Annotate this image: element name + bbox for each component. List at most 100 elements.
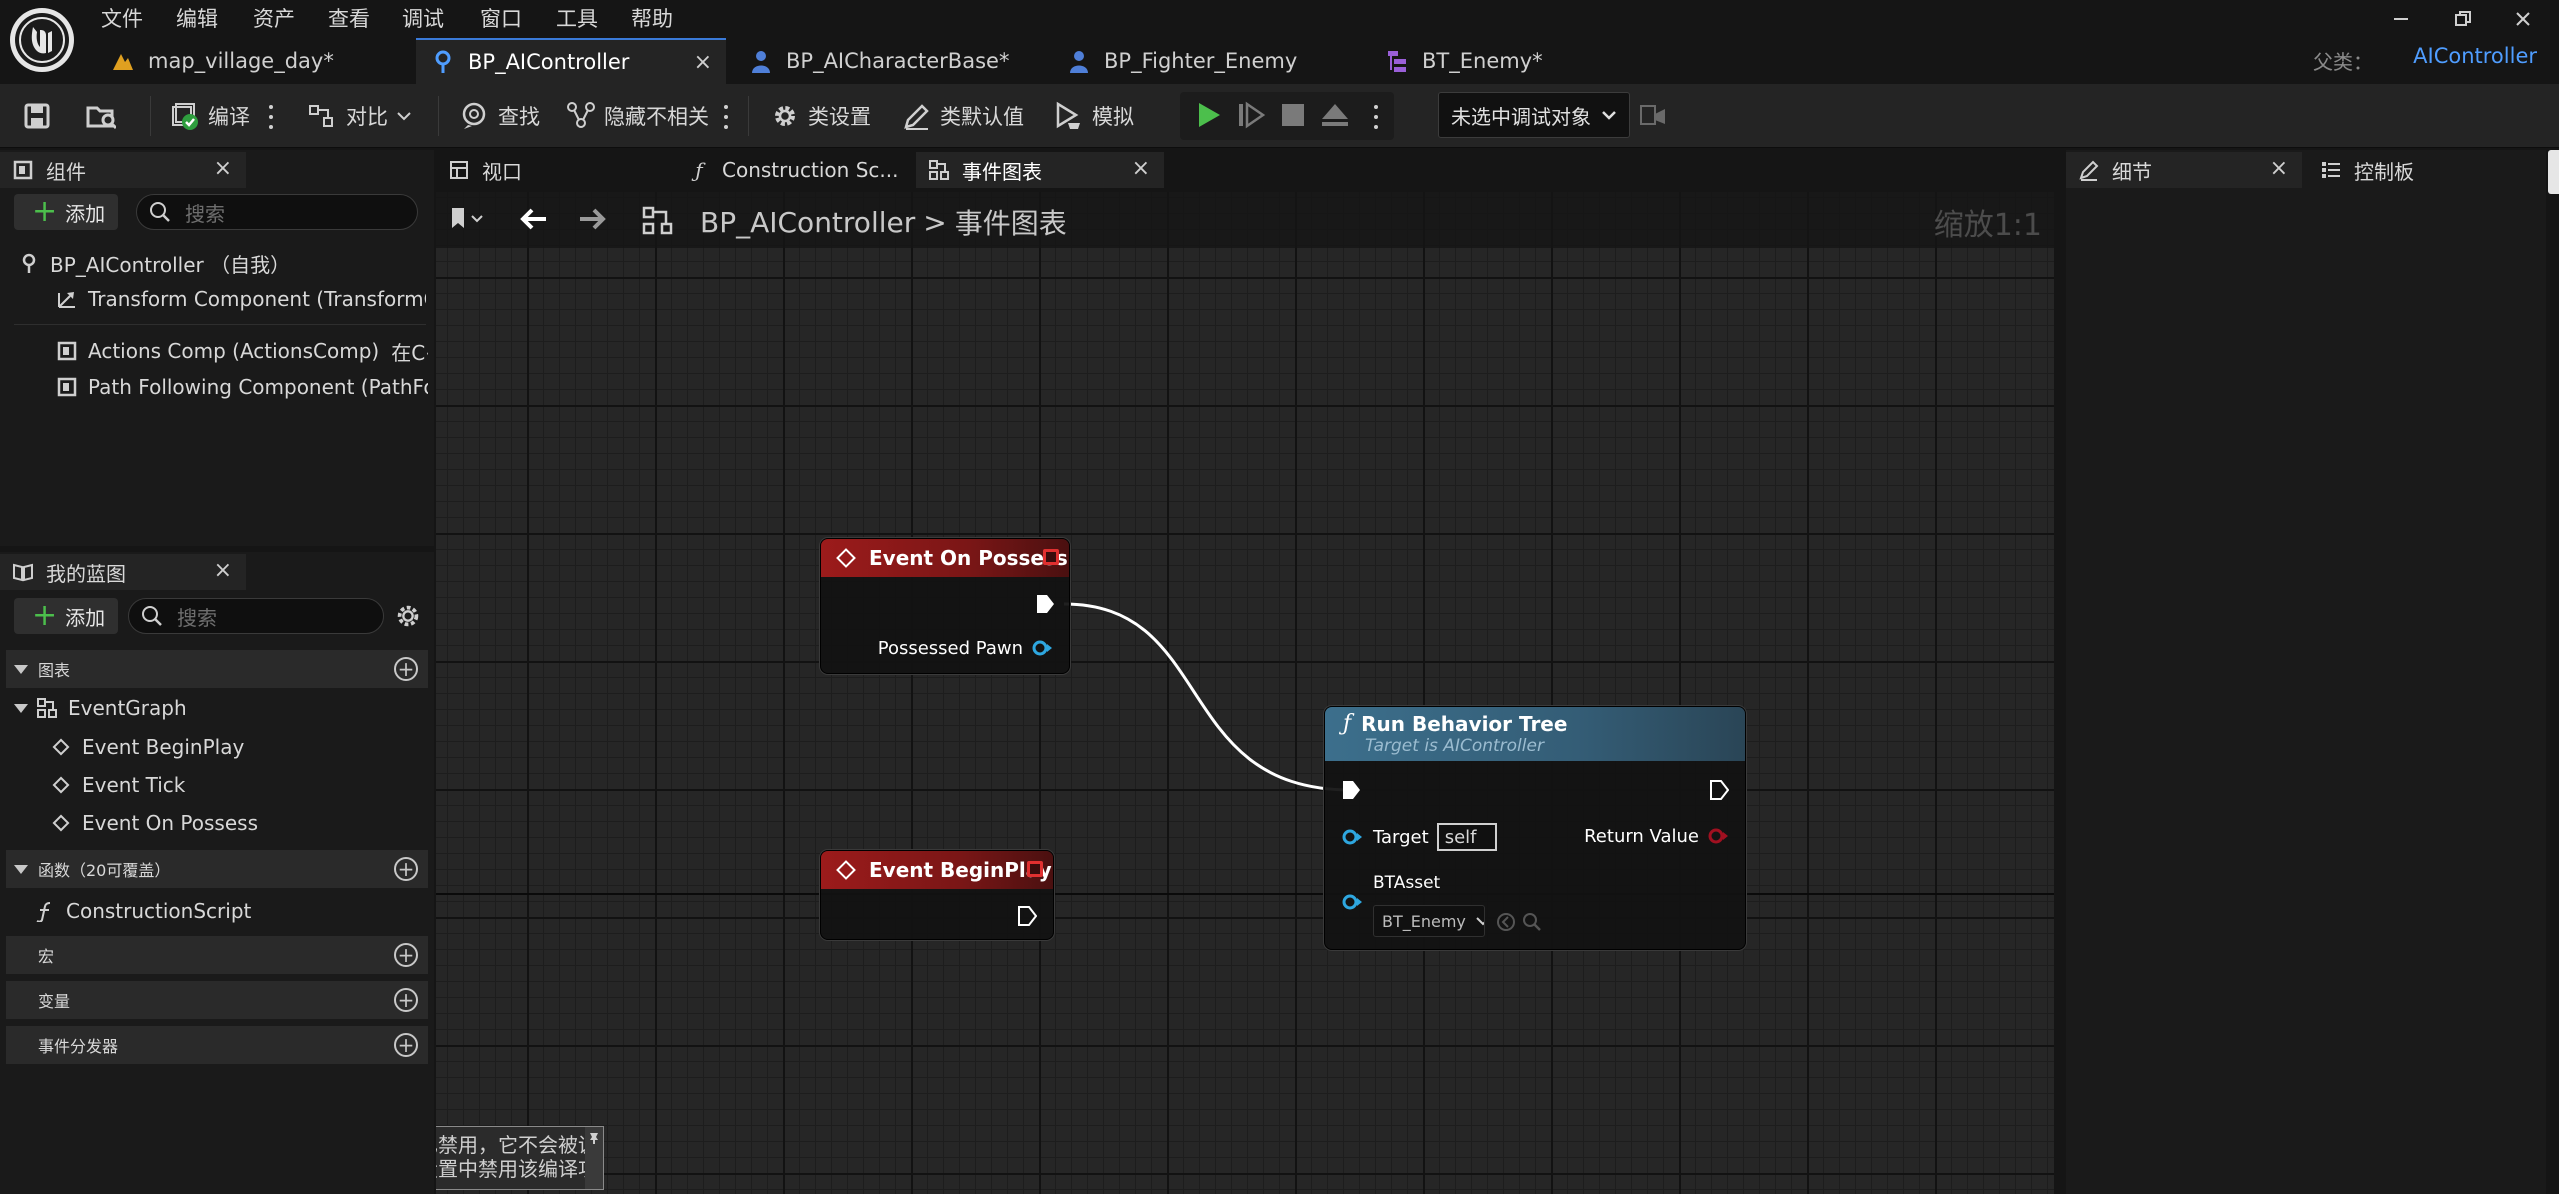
diff-button[interactable]: 对比 — [308, 84, 414, 148]
menu-file[interactable]: 文件 — [101, 3, 143, 33]
components-tab[interactable]: 组件 × — [0, 152, 246, 188]
delegate-pin-icon[interactable] — [1027, 861, 1043, 877]
unreal-logo-icon[interactable] — [10, 8, 74, 72]
component-item[interactable]: Path Following Component (PathFollowingC… — [56, 370, 428, 404]
tab-label: BP_AICharacterBase* — [786, 49, 1010, 73]
possessed-pawn-pin[interactable]: Possessed Pawn — [878, 637, 1053, 659]
add-graph-icon[interactable]: + — [394, 657, 418, 681]
my-blueprint-search-input[interactable]: 搜索 — [128, 598, 384, 634]
menu-debug[interactable]: 调试 — [402, 3, 444, 33]
class-settings-button[interactable]: 类设置 — [770, 84, 871, 148]
close-panel-icon[interactable]: × — [214, 558, 232, 583]
menu-window[interactable]: 窗口 — [480, 3, 522, 33]
tab-event-graph[interactable]: 事件图表 × — [916, 152, 1164, 188]
exec-out-pin-icon[interactable] — [1035, 593, 1055, 615]
graphs-section-header[interactable]: 图表 + — [6, 650, 428, 688]
compile-options-icon[interactable] — [266, 102, 276, 132]
add-macro-icon[interactable]: + — [394, 943, 418, 967]
book-icon — [12, 561, 34, 583]
event-graph-item[interactable]: EventGraph — [14, 691, 426, 725]
view-options-icon[interactable] — [721, 102, 731, 132]
target-self-field[interactable]: self — [1436, 823, 1497, 851]
find-icon — [460, 101, 490, 131]
event-item[interactable]: Event BeginPlay — [50, 730, 426, 764]
close-tab-icon[interactable]: × — [1132, 156, 1150, 181]
tab-bp-fighter-enemy[interactable]: BP_Fighter_Enemy — [1052, 38, 1362, 84]
use-selected-icon[interactable] — [1495, 911, 1517, 933]
stop-button[interactable] — [1278, 100, 1308, 130]
hide-unrelated-button[interactable]: 隐藏不相关 — [566, 84, 709, 148]
event-item[interactable]: Event On Possess — [50, 806, 426, 840]
eject-button[interactable] — [1320, 100, 1350, 130]
run-behavior-tree-node[interactable]: ƒ Run Behavior Tree Target is AIControll… — [1324, 706, 1746, 950]
event-begin-play-node[interactable]: Event BeginPlay — [820, 850, 1054, 940]
compile-button[interactable]: 编译 — [170, 84, 250, 148]
simulate-button[interactable]: 模拟 — [1054, 84, 1134, 148]
debug-filter-button[interactable] — [1638, 100, 1668, 130]
add-variable-icon[interactable]: + — [394, 988, 418, 1012]
settings-button[interactable] — [394, 602, 422, 630]
browse-search-icon[interactable] — [1521, 911, 1543, 933]
function-item[interactable]: ConstructionScript — [34, 894, 426, 928]
event-on-possess-node[interactable]: Event On Possess Possessed Pawn — [820, 538, 1070, 674]
my-blueprint-tab[interactable]: 我的蓝图 × — [0, 554, 246, 590]
parent-class-link[interactable]: AIController — [2413, 44, 2537, 68]
node-header: Event BeginPlay — [821, 851, 1053, 889]
exec-out-pin-icon[interactable] — [1017, 905, 1037, 927]
tab-bp-aicharacterbase[interactable]: BP_AICharacterBase* — [734, 38, 1044, 84]
minimize-button[interactable] — [2366, 2, 2436, 36]
menu-view[interactable]: 查看 — [328, 3, 370, 33]
find-button[interactable]: 查找 — [460, 84, 540, 148]
close-tab-icon[interactable]: × — [694, 50, 712, 75]
menu-tools[interactable]: 工具 — [556, 3, 598, 33]
diff-label: 对比 — [346, 105, 388, 129]
tab-details[interactable]: 细节 × — [2066, 152, 2302, 188]
browse-button[interactable] — [86, 84, 124, 148]
menu-help[interactable]: 帮助 — [631, 3, 673, 33]
play-button[interactable] — [1194, 100, 1224, 130]
tab-map-village-day[interactable]: map_village_day* — [96, 38, 406, 84]
dispatchers-section-header[interactable]: 事件分发器 + — [6, 1026, 428, 1064]
add-function-icon[interactable]: + — [394, 857, 418, 881]
close-panel-icon[interactable]: × — [214, 156, 232, 181]
debug-object-select[interactable]: 未选中调试对象 — [1438, 92, 1630, 138]
macros-section-header[interactable]: 宏 + — [6, 936, 428, 974]
disabled-node-notice[interactable]: 节点已禁用，它不会被调用。 可在设置中禁用该编译功能。 — [436, 1126, 604, 1190]
tab-construction-script[interactable]: ƒ Construction Sc... — [676, 152, 908, 188]
function-icon: ƒ — [695, 158, 703, 182]
delegate-pin-icon[interactable] — [1043, 549, 1059, 565]
panel-scroll-handle[interactable] — [2548, 150, 2559, 194]
return-value-pin[interactable]: Return Value — [1584, 825, 1729, 847]
step-button[interactable] — [1236, 100, 1266, 130]
event-diamond-icon — [50, 774, 72, 796]
event-graph-label: EventGraph — [68, 696, 187, 720]
functions-section-header[interactable]: 函数（20可覆盖） + — [6, 850, 428, 888]
pin-icon[interactable] — [587, 1131, 601, 1145]
pencil-icon — [902, 101, 932, 131]
components-search-input[interactable]: 搜索 — [136, 194, 418, 230]
save-button[interactable] — [22, 84, 60, 148]
tab-bt-enemy[interactable]: BT_Enemy* — [1370, 38, 1680, 84]
tab-palette[interactable]: 控制板 — [2308, 152, 2544, 188]
event-item[interactable]: Event Tick — [50, 768, 426, 802]
target-pin[interactable]: Target self — [1341, 823, 1497, 851]
tab-bp-aicontroller[interactable]: BP_AIController × — [416, 38, 726, 84]
variables-section-header[interactable]: 变量 + — [6, 981, 428, 1019]
component-item[interactable]: Transform Component (TransformComponent) — [56, 282, 426, 316]
add-member-button[interactable]: + 添加 — [14, 598, 118, 634]
exec-in-pin-icon[interactable] — [1341, 779, 1361, 801]
close-panel-icon[interactable]: × — [2270, 156, 2288, 181]
tab-viewport[interactable]: 视口 — [436, 152, 668, 188]
exec-out-pin-icon[interactable] — [1709, 779, 1729, 801]
component-root[interactable]: BP_AIController （自我） — [18, 246, 430, 280]
class-defaults-button[interactable]: 类默认值 — [902, 84, 1024, 148]
close-window-button[interactable] — [2488, 2, 2558, 36]
menu-edit[interactable]: 编辑 — [176, 3, 218, 33]
component-item[interactable]: Actions Comp (ActionsComp) 在C++中继承 — [56, 334, 428, 368]
add-dispatcher-icon[interactable]: + — [394, 1033, 418, 1057]
play-options-icon[interactable] — [1371, 102, 1381, 132]
bt-asset-select[interactable]: BT_Enemy — [1373, 905, 1485, 937]
menu-asset[interactable]: 资产 — [253, 3, 295, 33]
add-component-button[interactable]: + 添加 — [14, 194, 118, 230]
bt-asset-pin[interactable]: BTAsset BT_Enemy — [1341, 867, 1721, 947]
